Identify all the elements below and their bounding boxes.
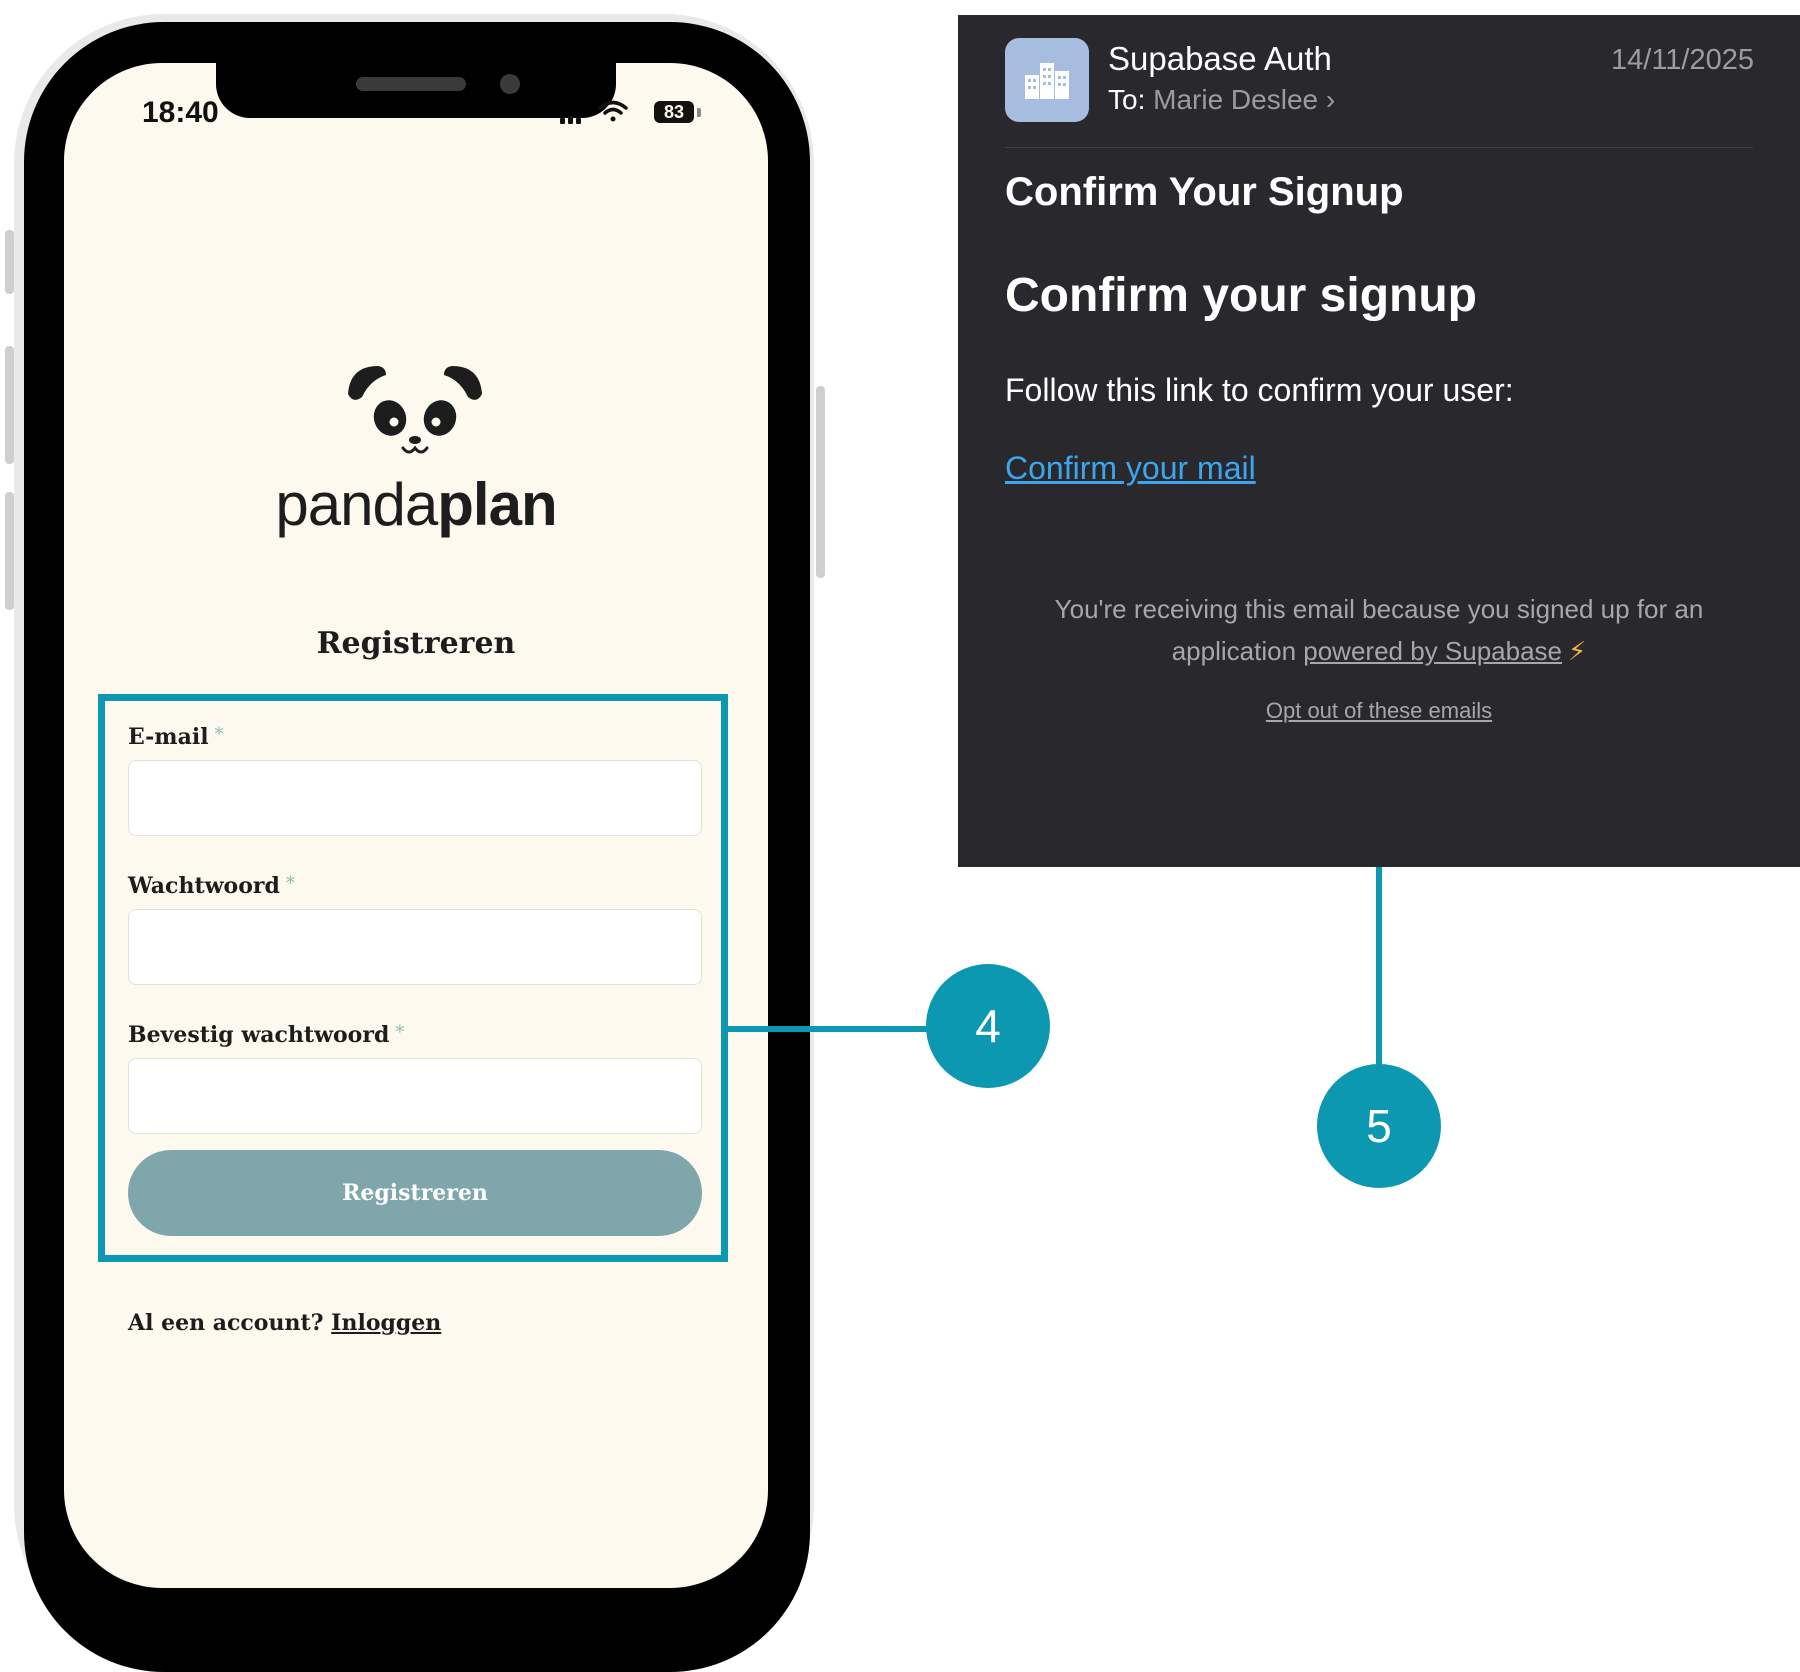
step-badge-4: 4 [926,964,1050,1088]
powered-by-link[interactable]: powered by Supabase [1303,636,1562,666]
register-button[interactable]: Registreren [128,1150,702,1236]
notch-camera [500,74,520,94]
email-label-text: E-mail [128,724,209,750]
panda-logo-icon [348,366,482,454]
email-footer: You're receiving this email because you … [1005,588,1753,672]
brand-bold: plan [437,471,557,538]
opt-out-link[interactable]: Opt out of these emails [1005,698,1753,724]
email-body-text: Follow this link to confirm your user: [1005,372,1514,408]
status-icons [560,100,628,124]
email-label: E-mail * [128,724,224,750]
confirm-password-label: Bevestig wachtwoord * [128,1022,404,1048]
recipient-row[interactable]: To: Marie Deslee › [1108,84,1335,116]
header-divider [1005,147,1753,148]
form-title: Registreren [316,626,516,661]
confirm-password-input[interactable] [128,1058,702,1134]
email-date: 14/11/2025 [1611,44,1754,76]
battery-icon: 83 [654,101,694,123]
connector-line-4 [728,1026,928,1032]
required-mark: * [214,724,224,745]
recipient-name: Marie Deslee [1153,84,1319,115]
cellular-signal-icon [560,116,581,124]
login-prompt: Al een account? Inloggen [128,1310,441,1336]
chevron-right-icon: › [1325,84,1336,115]
status-time: 18:40 [142,96,219,129]
confirm-password-label-text: Bevestig wachtwoord [128,1022,390,1048]
phone-side-button-volume-up [5,346,14,464]
phone-side-button-power [816,386,825,578]
connector-line-5 [1376,866,1382,1066]
notch-speaker [356,77,466,91]
sender-avatar [1005,38,1089,122]
to-label: To: [1108,84,1146,115]
password-label: Wachtwoord * [128,873,295,899]
login-link[interactable]: Inloggen [331,1310,441,1336]
brand-wordmark: pandaplan [240,470,592,539]
phone-side-button-mute [5,230,14,294]
email-panel [958,15,1800,867]
wifi-icon [598,100,628,122]
confirm-mail-link[interactable]: Confirm your mail [1005,450,1256,487]
sender-name: Supabase Auth [1108,40,1332,77]
required-mark: * [285,873,295,894]
battery-tip [697,108,701,117]
building-icon [1025,63,1069,99]
password-input[interactable] [128,909,702,985]
required-mark: * [395,1022,405,1043]
email-input[interactable] [128,760,702,836]
email-heading: Confirm your signup [1005,269,1477,322]
email-subject: Confirm Your Signup [1005,170,1404,214]
step-badge-5: 5 [1317,1064,1441,1188]
password-label-text: Wachtwoord [128,873,280,899]
brand-light: panda [275,471,438,538]
login-prompt-text: Al een account? [128,1310,324,1336]
phone-side-button-volume-down [5,492,14,610]
lightning-bolt-icon: ⚡ [1568,636,1587,666]
